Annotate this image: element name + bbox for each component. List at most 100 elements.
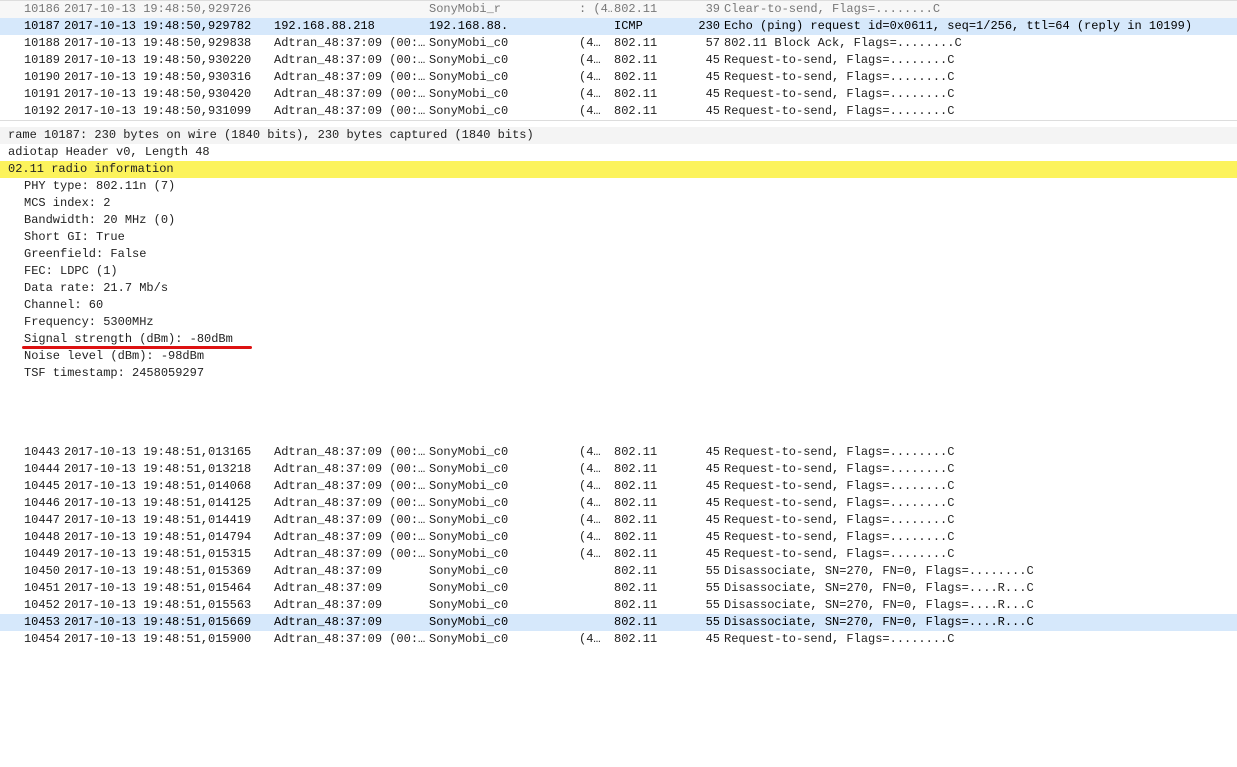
spacer: [0, 384, 1237, 444]
cell: SonyMobi_c0: [427, 546, 542, 563]
table-row[interactable]: 101862017-10-13 19:48:50,929726 SonyMobi_…: [0, 1, 1237, 18]
cell: SonyMobi_c0: [427, 529, 542, 546]
table-row[interactable]: 104492017-10-13 19:48:51,015315Adtran_48…: [0, 546, 1237, 563]
cell: [542, 597, 577, 614]
cell: [272, 1, 427, 18]
cell: 2017-10-13 19:48:50,930316: [62, 69, 272, 86]
cell: Adtran_48:37:09 (00:…: [272, 103, 427, 120]
cell: 10447: [0, 512, 62, 529]
detail-radio-header[interactable]: 02.11 radio information: [0, 161, 1237, 178]
cell: 2017-10-13 19:48:50,929782: [62, 18, 272, 35]
table-row[interactable]: 104442017-10-13 19:48:51,013218Adtran_48…: [0, 461, 1237, 478]
cell: SonyMobi_c0: [427, 444, 542, 461]
cell: SonyMobi_c0: [427, 35, 542, 52]
cell: Request-to-send, Flags=........C: [722, 631, 1237, 648]
cell: 10444: [0, 461, 62, 478]
cell: (4…: [577, 495, 612, 512]
table-row[interactable]: 104432017-10-13 19:48:51,013165Adtran_48…: [0, 444, 1237, 461]
detail-frame-line[interactable]: rame 10187: 230 bytes on wire (1840 bits…: [0, 127, 1237, 144]
cell: Adtran_48:37:09: [272, 614, 427, 631]
packet-list-top[interactable]: 101862017-10-13 19:48:50,929726 SonyMobi_…: [0, 0, 1237, 121]
detail-line[interactable]: Bandwidth: 20 MHz (0): [0, 212, 1237, 229]
table-row[interactable]: 104502017-10-13 19:48:51,015369Adtran_48…: [0, 563, 1237, 580]
cell: 802.11: [612, 1, 682, 18]
cell: (4…: [577, 35, 612, 52]
cell: [542, 18, 577, 35]
table-row[interactable]: 101872017-10-13 19:48:50,929782192.168.8…: [0, 18, 1237, 35]
cell: 802.11: [612, 52, 682, 69]
cell: [542, 495, 577, 512]
packet-detail-pane[interactable]: rame 10187: 230 bytes on wire (1840 bits…: [0, 125, 1237, 384]
table-row[interactable]: 104482017-10-13 19:48:51,014794Adtran_48…: [0, 529, 1237, 546]
detail-line[interactable]: MCS index: 2: [0, 195, 1237, 212]
cell: Adtran_48:37:09 (00:…: [272, 512, 427, 529]
cell: SonyMobi_c0: [427, 103, 542, 120]
cell: SonyMobi_c0: [427, 563, 542, 580]
detail-line[interactable]: PHY type: 802.11n (7): [0, 178, 1237, 195]
cell: Request-to-send, Flags=........C: [722, 478, 1237, 495]
cell: Adtran_48:37:09: [272, 597, 427, 614]
cell: 45: [682, 69, 722, 86]
packet-list-bottom[interactable]: 104432017-10-13 19:48:51,013165Adtran_48…: [0, 444, 1237, 648]
detail-tsf-timestamp[interactable]: TSF timestamp: 2458059297: [0, 365, 1237, 382]
cell: SonyMobi_c0: [427, 461, 542, 478]
table-row[interactable]: 104472017-10-13 19:48:51,014419Adtran_48…: [0, 512, 1237, 529]
cell: [542, 563, 577, 580]
cell: [542, 69, 577, 86]
table-row[interactable]: 104512017-10-13 19:48:51,015464Adtran_48…: [0, 580, 1237, 597]
cell: 2017-10-13 19:48:51,014794: [62, 529, 272, 546]
cell: 802.11: [612, 512, 682, 529]
detail-signal-strength[interactable]: Signal strength (dBm): -80dBm: [0, 331, 1237, 348]
table-row[interactable]: 104522017-10-13 19:48:51,015563Adtran_48…: [0, 597, 1237, 614]
table-row[interactable]: 104532017-10-13 19:48:51,015669Adtran_48…: [0, 614, 1237, 631]
cell: 802.11: [612, 444, 682, 461]
cell: 10186: [0, 1, 62, 18]
cell: 2017-10-13 19:48:51,014419: [62, 512, 272, 529]
detail-line[interactable]: Short GI: True: [0, 229, 1237, 246]
table-row[interactable]: 101922017-10-13 19:48:50,931099Adtran_48…: [0, 103, 1237, 120]
cell: 192.168.88.: [427, 18, 542, 35]
cell: Adtran_48:37:09 (00:…: [272, 69, 427, 86]
table-row[interactable]: 101892017-10-13 19:48:50,930220Adtran_48…: [0, 52, 1237, 69]
cell: SonyMobi_c0: [427, 478, 542, 495]
cell: 2017-10-13 19:48:51,015669: [62, 614, 272, 631]
detail-line[interactable]: Data rate: 21.7 Mb/s: [0, 280, 1237, 297]
cell: 802.11: [612, 495, 682, 512]
cell: [577, 580, 612, 597]
detail-line[interactable]: FEC: LDPC (1): [0, 263, 1237, 280]
table-row[interactable]: 101902017-10-13 19:48:50,930316Adtran_48…: [0, 69, 1237, 86]
cell: 2017-10-13 19:48:51,015369: [62, 563, 272, 580]
cell: 55: [682, 597, 722, 614]
table-row[interactable]: 101912017-10-13 19:48:50,930420Adtran_48…: [0, 86, 1237, 103]
cell: Request-to-send, Flags=........C: [722, 529, 1237, 546]
cell: 2017-10-13 19:48:51,014068: [62, 478, 272, 495]
cell: Request-to-send, Flags=........C: [722, 86, 1237, 103]
detail-line[interactable]: Frequency: 5300MHz: [0, 314, 1237, 331]
detail-noise-level[interactable]: Noise level (dBm): -98dBm: [0, 348, 1237, 365]
detail-radiotap-line[interactable]: adiotap Header v0, Length 48: [0, 144, 1237, 161]
cell: 802.11: [612, 563, 682, 580]
cell: 45: [682, 478, 722, 495]
cell: Adtran_48:37:09 (00:…: [272, 631, 427, 648]
cell: Adtran_48:37:09 (00:…: [272, 529, 427, 546]
cell: Adtran_48:37:09 (00:…: [272, 52, 427, 69]
cell: 2017-10-13 19:48:50,930420: [62, 86, 272, 103]
table-row[interactable]: 101882017-10-13 19:48:50,929838Adtran_48…: [0, 35, 1237, 52]
table-row[interactable]: 104542017-10-13 19:48:51,015900Adtran_48…: [0, 631, 1237, 648]
cell: [542, 461, 577, 478]
table-row[interactable]: 104452017-10-13 19:48:51,014068Adtran_48…: [0, 478, 1237, 495]
cell: 192.168.88.218: [272, 18, 427, 35]
cell: 57: [682, 35, 722, 52]
cell: SonyMobi_c0: [427, 614, 542, 631]
cell: 2017-10-13 19:48:51,015464: [62, 580, 272, 597]
cell: (4…: [577, 512, 612, 529]
cell: (4…: [577, 103, 612, 120]
cell: (4…: [577, 86, 612, 103]
cell: SonyMobi_c0: [427, 52, 542, 69]
table-row[interactable]: 104462017-10-13 19:48:51,014125Adtran_48…: [0, 495, 1237, 512]
cell: [542, 580, 577, 597]
detail-line[interactable]: Channel: 60: [0, 297, 1237, 314]
cell: SonyMobi_r: [427, 1, 542, 18]
detail-line[interactable]: Greenfield: False: [0, 246, 1237, 263]
cell: 2017-10-13 19:48:50,929726: [62, 1, 272, 18]
